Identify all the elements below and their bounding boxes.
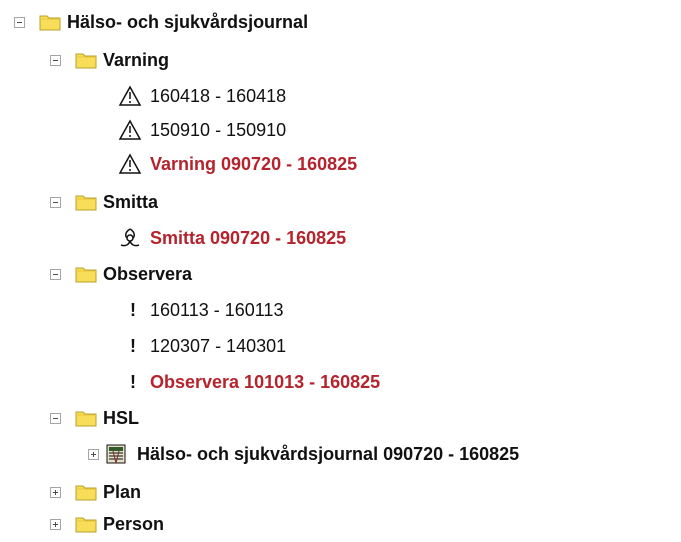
tree-node-folder-observera[interactable]: Observera bbox=[50, 258, 192, 290]
exclamation-icon: ! bbox=[130, 299, 136, 320]
collapse-toggle[interactable] bbox=[50, 268, 61, 280]
tree-node-folder-smitta[interactable]: Smitta bbox=[50, 186, 158, 218]
tree-leaf-observe[interactable]: ! 120307 - 140301 bbox=[124, 330, 286, 362]
tree-node-label: Plan bbox=[103, 481, 142, 502]
collapse-toggle[interactable] bbox=[50, 54, 61, 66]
tree-node-folder-plan[interactable]: Plan bbox=[50, 476, 141, 508]
tree-leaf-label: 160418 - 160418 bbox=[150, 85, 287, 106]
tree-leaf-warning[interactable]: 160418 - 160418 bbox=[118, 80, 286, 112]
tree-node-folder-varning[interactable]: Varning bbox=[50, 44, 169, 76]
tree-leaf-label: 150910 - 150910 bbox=[150, 119, 287, 140]
tree-node-label: Hälso- och sjukvårdsjournal bbox=[67, 11, 309, 32]
expand-toggle[interactable] bbox=[50, 518, 61, 530]
tree-leaf-label: 120307 - 140301 bbox=[150, 335, 287, 356]
tree-leaf-infection-active[interactable]: Smitta 090720 - 160825 bbox=[118, 222, 346, 254]
collapse-toggle[interactable] bbox=[50, 196, 61, 208]
folder-icon bbox=[75, 193, 97, 211]
folder-icon bbox=[75, 515, 97, 533]
tree-node-label: HSL bbox=[103, 407, 139, 428]
tree-leaf-warning-active[interactable]: Varning 090720 - 160825 bbox=[118, 148, 357, 180]
tree-node-folder-person[interactable]: Person bbox=[50, 508, 164, 540]
journal-tree: Hälso- och sjukvårdsjournal Varning 1604… bbox=[0, 0, 681, 542]
collapse-toggle[interactable] bbox=[50, 412, 61, 424]
expand-toggle[interactable] bbox=[88, 448, 99, 460]
tree-node-label: Person bbox=[103, 513, 165, 534]
warning-icon bbox=[118, 153, 142, 175]
tree-node-label: Smitta bbox=[103, 191, 159, 212]
tree-leaf-observe[interactable]: ! 160113 - 160113 bbox=[124, 294, 283, 326]
tree-node-label: Varning bbox=[103, 49, 170, 70]
tree-node-folder-hsl[interactable]: HSL bbox=[50, 402, 139, 434]
exclamation-icon: ! bbox=[130, 371, 136, 392]
folder-icon bbox=[75, 409, 97, 427]
warning-icon bbox=[118, 119, 142, 141]
warning-icon bbox=[118, 85, 142, 107]
folder-icon bbox=[75, 51, 97, 69]
folder-icon bbox=[75, 483, 97, 501]
folder-icon bbox=[39, 13, 61, 31]
tree-leaf-label: Smitta 090720 - 160825 bbox=[150, 227, 347, 248]
tree-leaf-observe-active[interactable]: ! Observera 101013 - 160825 bbox=[124, 366, 380, 398]
tree-node-journal[interactable]: Hälso- och sjukvårdsjournal 090720 - 160… bbox=[88, 438, 519, 470]
expand-toggle[interactable] bbox=[50, 486, 61, 498]
collapse-toggle[interactable] bbox=[14, 16, 25, 28]
tree-leaf-label: Varning 090720 - 160825 bbox=[150, 153, 358, 174]
tree-node-label: Observera bbox=[103, 263, 193, 284]
tree-leaf-warning[interactable]: 150910 - 150910 bbox=[118, 114, 286, 146]
tree-leaf-label: Hälso- och sjukvårdsjournal 090720 - 160… bbox=[137, 443, 520, 464]
tree-node-root[interactable]: Hälso- och sjukvårdsjournal bbox=[14, 6, 308, 38]
folder-icon bbox=[75, 265, 97, 283]
exclamation-icon: ! bbox=[130, 335, 136, 356]
biohazard-icon bbox=[118, 227, 142, 249]
tree-leaf-label: 160113 - 160113 bbox=[150, 299, 284, 320]
tree-leaf-label: Observera 101013 - 160825 bbox=[150, 371, 381, 392]
journal-icon bbox=[105, 442, 129, 466]
